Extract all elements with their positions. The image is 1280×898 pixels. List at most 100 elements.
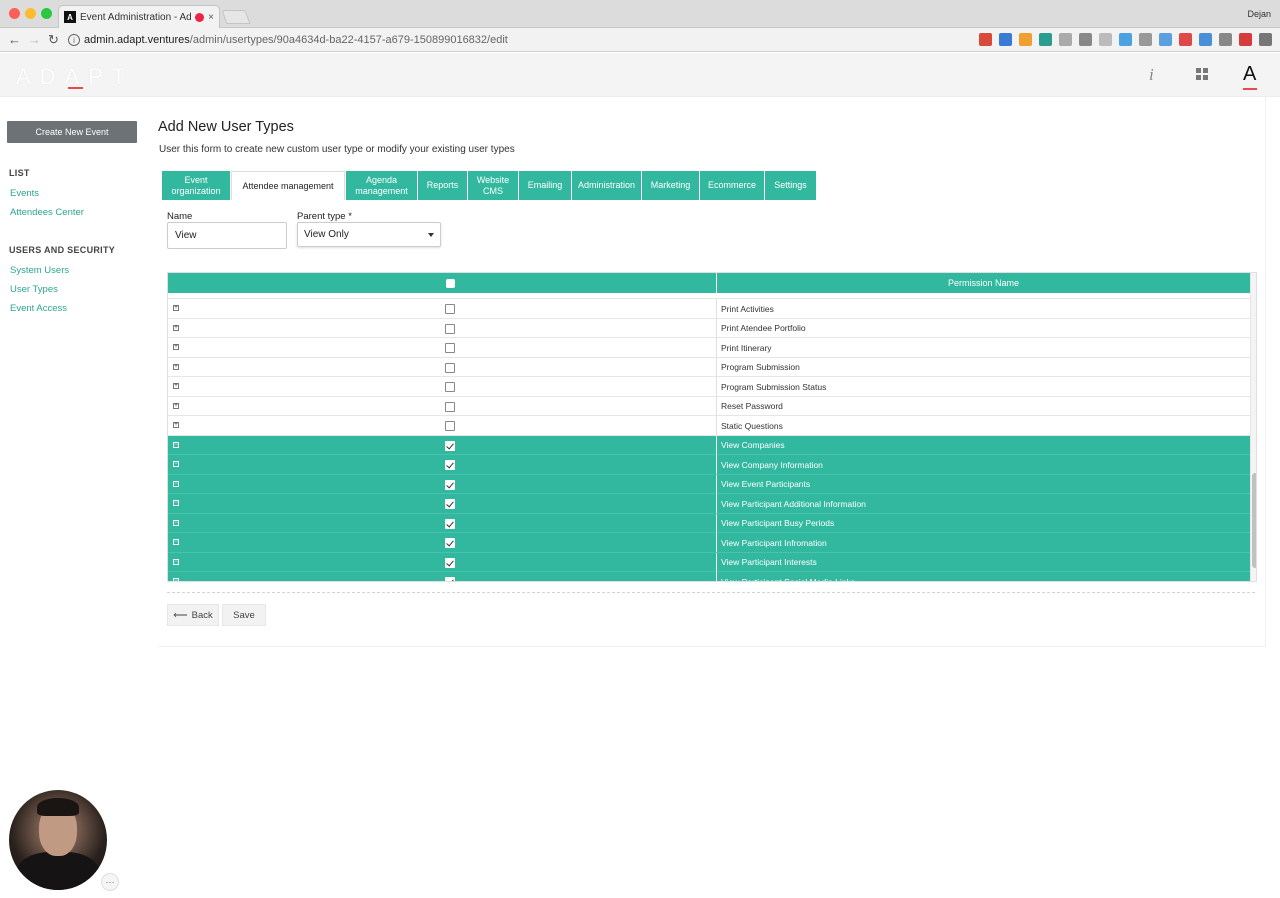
table-row[interactable]: − View Companies <box>168 435 1250 455</box>
sidebar-item-user-types[interactable]: User Types <box>10 284 58 295</box>
extension-2-icon[interactable] <box>1019 33 1032 46</box>
sidebar-item-attendees-center[interactable]: Attendees Center <box>10 207 84 218</box>
expand-row-icon[interactable]: − <box>173 461 179 467</box>
scrollbar-thumb[interactable] <box>1252 473 1256 568</box>
extension-14-icon[interactable] <box>1259 33 1272 46</box>
expand-row-icon[interactable]: − <box>173 500 179 506</box>
permission-checkbox[interactable] <box>445 518 455 529</box>
table-row[interactable]: + Reset Password <box>168 396 1250 416</box>
permission-checkbox[interactable] <box>445 538 455 548</box>
table-row[interactable]: + Program Submission Status <box>168 377 1250 397</box>
expand-row-icon[interactable]: − <box>173 539 179 545</box>
parent-type-select[interactable]: View Only <box>297 222 441 247</box>
extension-4-icon[interactable] <box>1059 33 1072 46</box>
tab-agenda-management[interactable]: Agenda management <box>346 171 417 200</box>
table-row[interactable]: + Program Submission <box>168 357 1250 377</box>
permission-checkbox[interactable] <box>445 557 455 568</box>
permission-checkbox[interactable] <box>445 382 455 392</box>
permission-checkbox[interactable] <box>445 362 455 373</box>
expand-row-icon[interactable]: − <box>173 480 179 487</box>
extension-10-icon[interactable] <box>1179 33 1192 46</box>
tab-administration[interactable]: Administration <box>572 171 641 200</box>
extension-12-icon[interactable] <box>1219 33 1232 46</box>
expand-row-icon[interactable]: + <box>173 344 179 350</box>
permission-checkbox[interactable] <box>445 421 455 431</box>
name-input[interactable] <box>167 222 287 249</box>
new-tab-button[interactable] <box>221 10 251 24</box>
back-button[interactable]: ⟵ Back <box>167 604 219 626</box>
expand-row-icon[interactable]: + <box>173 324 179 331</box>
permission-checkbox[interactable] <box>445 401 455 412</box>
table-row[interactable]: + Print Atendee Portfolio <box>168 318 1250 338</box>
reload-icon[interactable]: ↻ <box>48 32 59 48</box>
permission-checkbox[interactable] <box>445 343 455 353</box>
expand-row-icon[interactable]: − <box>173 519 179 526</box>
extension-3-icon[interactable] <box>1039 33 1052 46</box>
table-row[interactable]: + Static Questions <box>168 416 1250 436</box>
user-avatar-icon[interactable]: A <box>1243 63 1256 86</box>
select-all-checkbox[interactable] <box>446 279 455 288</box>
expand-row-icon[interactable]: − <box>173 441 179 448</box>
tab-website-cms[interactable]: Website CMS <box>468 171 518 200</box>
table-row[interactable]: − View Participant Social Media Links <box>168 572 1250 581</box>
extension-5-icon[interactable] <box>1079 33 1092 46</box>
tab-attendee-management[interactable]: Attendee management <box>231 171 345 200</box>
forward-arrow-icon[interactable]: → <box>28 32 41 47</box>
tab-ecommerce[interactable]: Ecommerce <box>700 171 764 200</box>
permission-checkbox[interactable] <box>445 440 455 451</box>
close-window-button[interactable] <box>9 8 20 19</box>
table-row[interactable]: + Print Itinerary <box>168 338 1250 358</box>
expand-row-icon[interactable]: + <box>173 383 179 389</box>
table-row[interactable]: − View Event Participants <box>168 474 1250 494</box>
table-row[interactable]: − View Participant Interests <box>168 552 1250 572</box>
expand-row-icon[interactable]: − <box>173 578 179 581</box>
extension-0-icon[interactable] <box>979 33 992 46</box>
save-button[interactable]: Save <box>222 604 266 626</box>
sidebar-item-system-users[interactable]: System Users <box>10 265 69 276</box>
permission-checkbox[interactable] <box>445 460 455 470</box>
permission-name: View Participant Additional Information <box>716 494 1250 513</box>
permission-checkbox[interactable] <box>445 577 455 581</box>
back-arrow-icon[interactable]: ← <box>8 32 21 47</box>
permission-checkbox[interactable] <box>445 304 455 314</box>
permission-checkbox[interactable] <box>445 479 455 490</box>
browser-tab[interactable]: A Event Administration - Adap × <box>58 5 220 28</box>
table-row[interactable]: − View Participant Busy Periods <box>168 513 1250 533</box>
apps-grid-icon[interactable] <box>1196 68 1208 80</box>
expand-row-icon[interactable]: + <box>173 402 179 409</box>
tab-settings[interactable]: Settings <box>765 171 816 200</box>
permission-checkbox[interactable] <box>445 499 455 509</box>
sidebar-item-events[interactable]: Events <box>10 188 39 199</box>
tab-event-organization[interactable]: Event organization <box>162 171 230 200</box>
sidebar-item-event-access[interactable]: Event Access <box>10 303 67 314</box>
table-row[interactable]: − View Company Information <box>168 455 1250 475</box>
tab-reports[interactable]: Reports <box>418 171 467 200</box>
tab-emailing[interactable]: Emailing <box>519 171 571 200</box>
extension-6-icon[interactable] <box>1099 33 1112 46</box>
close-tab-icon[interactable]: × <box>208 12 219 23</box>
table-row[interactable]: − View Participant Additional Information <box>168 494 1250 514</box>
url-field[interactable]: i admin.adapt.ventures/admin/usertypes/9… <box>68 32 508 48</box>
info-icon[interactable]: i <box>1149 65 1154 85</box>
table-row[interactable]: − View Participant Infromation <box>168 533 1250 553</box>
extension-7-icon[interactable] <box>1119 33 1132 46</box>
minimize-window-button[interactable] <box>25 8 36 19</box>
extension-8-icon[interactable] <box>1139 33 1152 46</box>
create-new-event-button[interactable]: Create New Event <box>7 121 137 143</box>
expand-row-icon[interactable]: + <box>173 422 179 428</box>
info-icon[interactable]: i <box>68 34 80 46</box>
extension-11-icon[interactable] <box>1199 33 1212 46</box>
extension-9-icon[interactable] <box>1159 33 1172 46</box>
tab-marketing[interactable]: Marketing <box>642 171 699 200</box>
table-scrollbar[interactable] <box>1250 273 1256 581</box>
table-row[interactable]: + Print Activities <box>168 299 1250 319</box>
expand-row-icon[interactable]: − <box>173 558 179 565</box>
extension-13-icon[interactable] <box>1239 33 1252 46</box>
webcam-menu-button[interactable]: ··· <box>101 873 119 891</box>
permission-checkbox[interactable] <box>445 323 455 334</box>
extension-1-icon[interactable] <box>999 33 1012 46</box>
expand-row-icon[interactable]: + <box>173 363 179 370</box>
profile-name[interactable]: Dejan <box>1247 9 1271 19</box>
expand-row-icon[interactable]: + <box>173 305 179 311</box>
maximize-window-button[interactable] <box>41 8 52 19</box>
